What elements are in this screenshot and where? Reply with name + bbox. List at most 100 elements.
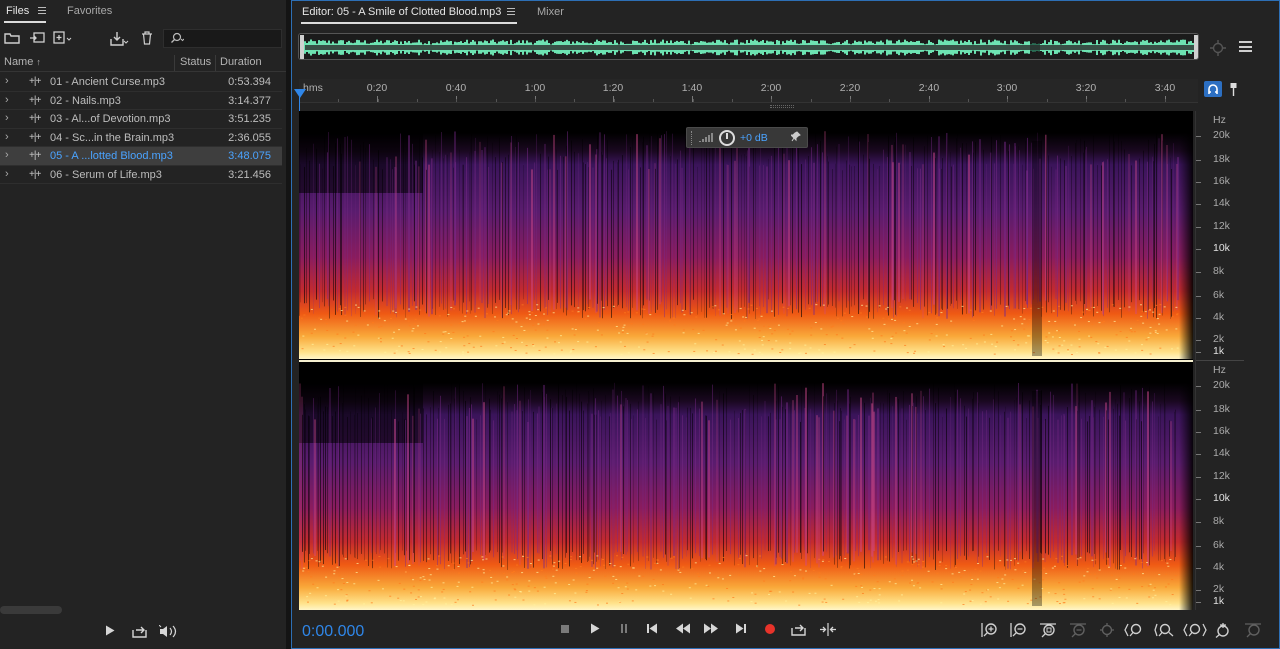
waveform-overview[interactable] [298,33,1199,60]
insert-icon[interactable] [109,31,129,49]
ruler-label: 0:40 [445,82,467,94]
snap-toggle-button[interactable] [1204,81,1222,97]
freq-label: 14k [1213,197,1230,209]
new-file-icon[interactable] [53,31,73,48]
expand-chevron-icon[interactable]: › [5,149,9,161]
zoom-out-time-icon[interactable] [1183,622,1207,641]
freq-tick [1196,410,1201,411]
track-view-menu-icon[interactable] [1239,41,1252,52]
playhead-handle[interactable] [294,89,306,98]
freq-label: 16k [1213,425,1230,437]
overview-waveform [299,34,1198,60]
go-to-start-icon[interactable] [646,623,658,637]
overview-right-handle[interactable] [1194,35,1198,60]
delete-icon[interactable] [141,31,153,48]
expand-chevron-icon[interactable]: › [5,168,9,180]
timecode-display[interactable]: 0:00.000 [302,623,364,641]
audio-file-icon: +|+ [29,150,41,161]
ruler-minor-tick [378,99,379,102]
freq-tick [1196,546,1201,547]
ruler-label: 2:00 [760,82,782,94]
freq-label: 8k [1213,515,1225,527]
freq-tick [1196,204,1201,205]
editor-panel-menu-icon[interactable] [507,8,515,15]
column-status[interactable]: Status [180,56,211,68]
rewind-icon[interactable] [675,623,691,637]
files-horizontal-scrollbar[interactable] [0,606,62,614]
column-duration[interactable]: Duration [220,56,262,68]
tab-favorites[interactable]: Favorites [67,5,112,17]
ruler-minor-tick [1125,99,1126,102]
ruler-minor-tick [417,99,418,102]
column-divider[interactable] [174,55,175,71]
play-icon[interactable] [590,623,600,637]
gain-value[interactable]: +0 dB [740,132,768,144]
freq-tick [1196,499,1201,500]
play-icon[interactable] [105,625,115,639]
file-row[interactable]: › +|+ 03 - Al...of Devotion.mp3 3:51.235 [0,110,282,129]
spectrogram-channel-right [299,362,1193,610]
expand-chevron-icon[interactable]: › [5,94,9,106]
import-icon[interactable] [29,31,46,48]
pin-hud-icon[interactable] [789,131,801,145]
loop-icon[interactable] [132,625,148,641]
open-folder-icon[interactable] [4,31,20,47]
pause-icon[interactable] [619,623,629,637]
audio-file-icon: +|+ [29,94,41,106]
column-name[interactable]: Name ↑ [4,56,41,68]
ruler-minor-tick [535,99,536,102]
loop-playback-icon[interactable] [791,623,807,639]
zoom-reset-icon[interactable] [1214,622,1232,641]
zoom-disabled-icon[interactable] [1244,622,1262,641]
heads-up-gain-display[interactable]: +0 dB [686,127,808,148]
record-icon[interactable] [764,623,776,638]
expand-chevron-icon[interactable]: › [5,112,9,124]
freq-label: 14k [1213,447,1230,459]
zoom-to-selection-icon[interactable] [1039,622,1057,641]
ruler-minor-tick [338,99,339,102]
file-duration: 3:14.377 [228,94,271,107]
skip-selection-icon[interactable] [819,623,837,639]
volume-icon[interactable] [158,624,179,641]
files-panel-menu-icon[interactable] [38,7,46,14]
file-row[interactable]: › +|+ 02 - Nails.mp3 3:14.377 [0,92,282,110]
ruler-resize-grip[interactable] [770,105,794,108]
freq-tick [1196,296,1201,297]
overview-left-handle[interactable] [300,35,304,60]
file-row[interactable]: › +|+ 01 - Ancient Curse.mp3 0:53.394 [0,73,282,92]
gain-knob[interactable] [719,130,735,146]
zoom-navigator-icon[interactable] [1209,39,1227,62]
column-divider[interactable] [215,55,216,71]
files-search-input[interactable] [186,32,280,45]
expand-chevron-icon[interactable]: › [5,131,9,143]
zoom-in-time-icon[interactable] [1154,622,1174,641]
hud-drag-grip[interactable] [691,131,694,145]
ruler-minor-tick [653,99,654,102]
audio-file-icon: +|+ [29,113,41,124]
fast-forward-icon[interactable] [703,623,719,637]
tab-files[interactable]: Files [6,5,29,17]
file-row[interactable]: › +|+ 06 - Serum of Life.mp3 3:21.456 [0,166,282,184]
expand-chevron-icon[interactable]: › [5,75,9,87]
zoom-out-amplitude-icon[interactable] [1010,622,1028,641]
files-search-box[interactable] [163,29,282,48]
tab-editor[interactable]: Editor: 05 - A Smile of Clotted Blood.mp… [302,6,501,18]
ruler-minor-tick [1007,99,1008,102]
zoom-in-amplitude-icon[interactable] [981,622,999,641]
frequency-axis[interactable]: Hz 20k 18k 16k 14k 12k 10k 8k 6k 4k 2k 1k Hz 20k 18… [1195,111,1244,610]
go-to-end-icon[interactable] [735,623,747,637]
freq-label: 1k [1213,595,1225,607]
marker-pin-icon[interactable] [1229,82,1239,99]
file-row-selected[interactable]: › +|+ 05 - A ...lotted Blood.mp3 3:48.07… [0,147,282,166]
ruler-minor-tick [850,99,851,102]
zoom-in-at-playhead-icon[interactable] [1098,622,1116,641]
zoom-in-time-left-icon[interactable] [1124,622,1144,641]
freq-label: 2k [1213,583,1225,595]
ruler-minor-tick [1086,99,1087,102]
file-row[interactable]: › +|+ 04 - Sc...in the Brain.mp3 2:36.05… [0,129,282,147]
time-ruler[interactable]: hms 0:20 0:40 1:00 1:20 1:40 2:00 2:20 2… [299,79,1198,103]
audio-file-icon: +|+ [29,168,41,180]
tab-mixer[interactable]: Mixer [537,6,564,18]
zoom-out-full-icon[interactable] [1069,622,1087,641]
stop-icon[interactable] [560,623,570,637]
